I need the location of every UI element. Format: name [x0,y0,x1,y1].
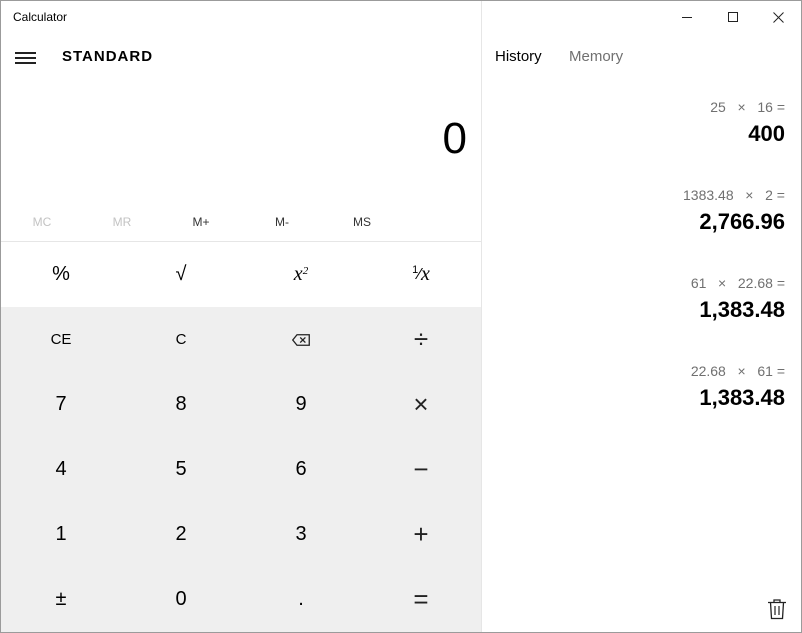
close-button[interactable] [755,1,801,33]
multiply-label: × [413,389,429,419]
square-root-label: √ [175,263,187,285]
square-root-button[interactable]: √ [121,242,241,307]
history-result: 1,383.48 [699,385,785,410]
hamburger-menu-icon[interactable] [15,50,37,66]
digit-8-label: 8 [175,393,187,415]
digit-2-label: 2 [175,523,187,545]
history-result: 1,383.48 [699,297,785,322]
memory-recall-button[interactable]: MR [82,215,162,229]
history-item[interactable]: 1383.48 × 2 = 2,766.96 [505,187,785,235]
minimize-button[interactable] [664,1,710,33]
memory-clear-button[interactable]: MC [2,215,82,229]
digit-1-button[interactable]: 1 [1,502,121,567]
memory-subtract-button[interactable]: M- [242,215,322,229]
digit-8-button[interactable]: 8 [121,372,241,437]
digit-2-button[interactable]: 2 [121,502,241,567]
window-title: Calculator [13,10,68,24]
square-base-label: x [293,263,303,285]
digit-5-label: 5 [175,458,187,480]
multiply-button[interactable]: × [361,372,481,437]
digit-9-label: 9 [295,393,307,415]
negate-label: ± [55,588,67,610]
memory-add-button[interactable]: M+ [161,215,241,229]
divide-label: ÷ [413,324,429,354]
tab-history[interactable]: History [495,48,542,65]
history-result: 400 [748,121,785,146]
trash-icon [768,599,786,620]
percent-button[interactable]: % [1,242,121,307]
digit-1-label: 1 [55,523,67,545]
divide-button[interactable]: ÷ [361,307,481,372]
history-expression: 25 × 16 = [710,99,785,115]
plus-button[interactable]: + [361,502,481,567]
percent-label: % [52,263,70,285]
minus-label: − [413,454,429,484]
memory-row: MC MR M+ M- MS [1,209,482,239]
reciprocal-button[interactable]: 1 ⁄ x [361,242,481,307]
digit-6-label: 6 [295,458,307,480]
square-exponent-label: 2 [302,264,309,277]
digit-6-button[interactable]: 6 [241,437,361,502]
reciprocal-denominator: x [420,263,430,285]
square-button[interactable]: x2 [241,242,361,307]
digit-0-button[interactable]: 0 [121,567,241,632]
minimize-icon [682,17,692,18]
history-expression: 22.68 × 61 = [690,363,785,379]
digit-3-label: 3 [295,523,307,545]
digit-0-label: 0 [175,588,187,610]
digit-9-button[interactable]: 9 [241,372,361,437]
digit-5-button[interactable]: 5 [121,437,241,502]
history-item[interactable]: 61 × 22.68 = 1,383.48 [505,275,785,323]
clear-history-button[interactable] [767,598,787,620]
keypad: % √ x2 1 ⁄ x CE C ÷ 7 8 9 × 4 5 6 − 1 2 … [1,242,482,632]
history-expression: 61 × 22.68 = [690,275,785,291]
minus-button[interactable]: − [361,437,481,502]
calculator-window: Calculator STANDARD 0 MC MR M+ M- MS % √… [0,0,802,633]
maximize-button[interactable] [710,1,756,33]
tab-memory[interactable]: Memory [569,48,623,65]
equals-button[interactable]: = [361,567,481,632]
memory-store-button[interactable]: MS [322,215,402,229]
digit-7-button[interactable]: 7 [1,372,121,437]
history-item[interactable]: 25 × 16 = 400 [505,99,785,147]
reciprocal-numerator: 1 [412,263,419,276]
digit-4-button[interactable]: 4 [1,437,121,502]
history-expression: 1383.48 × 2 = [683,187,785,203]
digit-3-button[interactable]: 3 [241,502,361,567]
calculator-pane: Calculator STANDARD 0 MC MR M+ M- MS % √… [1,1,482,632]
backspace-icon [292,333,310,346]
mode-title: STANDARD [62,48,154,65]
display-value: 0 [442,114,467,163]
decimal-button[interactable]: . [241,567,361,632]
maximize-icon [728,12,738,22]
negate-button[interactable]: ± [1,567,121,632]
clear-entry-label: CE [50,331,72,348]
clear-entry-button[interactable]: CE [1,307,121,372]
plus-label: + [413,519,429,549]
close-icon [772,11,784,23]
history-item[interactable]: 22.68 × 61 = 1,383.48 [505,363,785,411]
history-result: 2,766.96 [699,209,785,234]
clear-label: C [175,331,187,348]
backspace-button[interactable] [241,307,361,372]
equals-label: = [413,584,429,614]
clear-button[interactable]: C [121,307,241,372]
digit-4-label: 4 [55,458,67,480]
decimal-label: . [298,588,304,610]
digit-7-label: 7 [55,393,67,415]
